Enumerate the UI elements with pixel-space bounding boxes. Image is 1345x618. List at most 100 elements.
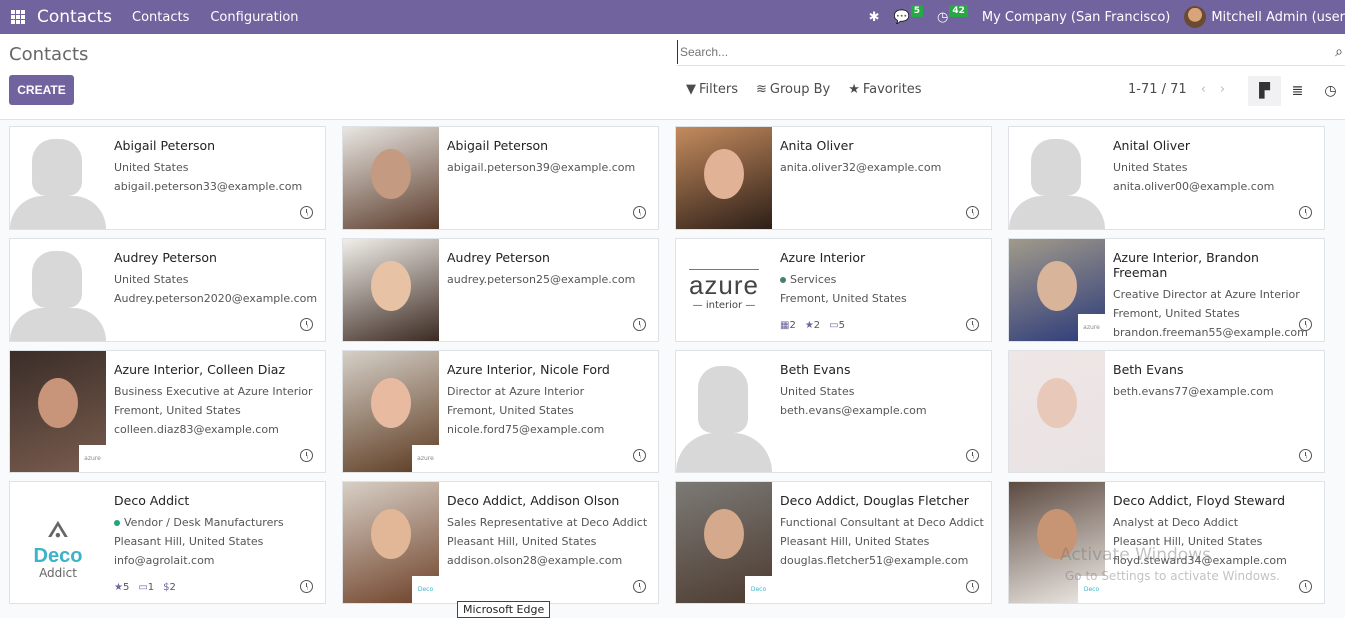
activity-clock-icon[interactable] <box>300 318 313 331</box>
invoice-icon: ▭ <box>829 320 839 331</box>
contact-card[interactable]: Audrey Peterson United States Audrey.peter… <box>9 238 326 342</box>
user-avatar[interactable] <box>1184 6 1207 28</box>
activity-clock-icon[interactable] <box>966 580 979 593</box>
contact-detail: Pleasant Hill, United States <box>114 535 264 548</box>
activities-button[interactable]: ◷ 42 <box>937 5 968 25</box>
kanban-view-icon[interactable]: ▛ <box>1248 76 1281 106</box>
contact-photo <box>343 127 439 229</box>
favorites-button[interactable]: ★ Favorites <box>848 82 921 97</box>
messages-badge: 5 <box>910 5 923 17</box>
contact-card[interactable]: azure Azure Interior, Nicole Ford Director… <box>342 350 659 473</box>
activity-clock-icon[interactable] <box>300 580 313 593</box>
menu-configuration[interactable]: Configuration <box>210 10 298 25</box>
activity-clock-icon[interactable] <box>1299 318 1312 331</box>
contact-photo: Deco <box>1009 482 1105 603</box>
chat-icon: 💬 <box>893 9 910 25</box>
control-panel: Contacts CREATE ⌕ ▼Filters ≋Group By ★Fa… <box>0 34 1345 120</box>
app-brand[interactable]: Contacts <box>37 7 112 27</box>
activity-clock-icon[interactable] <box>300 449 313 462</box>
contact-card[interactable]: azure — interior — Azure Interior Services F… <box>675 238 992 342</box>
contact-photo <box>676 127 772 229</box>
contact-card[interactable]: Deco Deco Addict, Addison Olson Sales Repr… <box>342 481 659 604</box>
stat-button[interactable]: ★5 <box>114 582 129 593</box>
taskbar-tooltip: Microsoft Edge <box>457 601 551 618</box>
pager-previous-icon[interactable]: ‹ <box>1201 82 1206 97</box>
contact-email: Audrey.peterson2020@example.com <box>114 292 318 305</box>
star-icon: ★ <box>114 582 123 593</box>
contact-name: Deco Addict, Addison Olson <box>447 493 620 508</box>
stat-button[interactable]: ▭5 <box>829 320 845 331</box>
activity-clock-icon[interactable] <box>1299 580 1312 593</box>
list-view-icon[interactable]: ≣ <box>1281 76 1314 106</box>
parent-company-logo: Deco <box>745 576 772 603</box>
contact-email: anita.oliver00@example.com <box>1113 180 1275 193</box>
activity-clock-icon[interactable] <box>633 449 646 462</box>
contact-card[interactable]: Beth Evans beth.evans77@example.com <box>1008 350 1325 473</box>
activity-clock-icon[interactable] <box>300 206 313 219</box>
activity-clock-icon[interactable] <box>966 318 979 331</box>
stat-button[interactable]: $2 <box>163 582 176 593</box>
groupby-button[interactable]: ≋ Group By <box>756 82 830 97</box>
activity-clock-icon[interactable] <box>1299 206 1312 219</box>
contact-email: anita.oliver32@example.com <box>780 161 942 174</box>
contact-email: colleen.diaz83@example.com <box>114 423 279 436</box>
contact-card[interactable]: Audrey Peterson audrey.peterson25@example… <box>342 238 659 342</box>
stat-button[interactable]: ★2 <box>805 320 820 331</box>
contact-detail: Pleasant Hill, United States <box>780 535 930 548</box>
contact-detail: Pleasant Hill, United States <box>1113 535 1263 548</box>
apps-menu-icon[interactable] <box>11 10 25 24</box>
contact-detail: Fremont, United States <box>114 404 241 417</box>
pager-value[interactable]: 1-71 / 71 <box>1128 82 1187 97</box>
user-menu[interactable]: Mitchell Admin (user <box>1211 10 1345 25</box>
parent-company-logo: Deco <box>412 576 439 603</box>
activity-clock-icon[interactable] <box>633 580 646 593</box>
contact-detail: Functional Consultant at Deco Addict <box>780 516 984 529</box>
contact-card[interactable]: azure Azure Interior, Brandon Freeman Crea… <box>1008 238 1325 342</box>
contact-card[interactable]: Abigail Peterson United States abigail.pet… <box>9 126 326 230</box>
contact-photo: Deco <box>343 482 439 603</box>
category-tag: Services <box>780 273 983 286</box>
search-input[interactable] <box>677 40 1317 64</box>
contact-card[interactable]: ⟑ Deco Addict Deco Addict Vendor / Desk Manu… <box>9 481 326 604</box>
avatar-placeholder <box>676 351 772 472</box>
contact-card[interactable]: Abigail Peterson abigail.peterson39@examp… <box>342 126 659 230</box>
contact-name: Audrey Peterson <box>114 250 217 265</box>
contact-detail: Fremont, United States <box>1113 307 1240 320</box>
avatar-placeholder <box>10 127 106 229</box>
contact-email: floyd.steward34@example.com <box>1113 554 1287 567</box>
pager-next-icon[interactable]: › <box>1220 82 1225 97</box>
activity-clock-icon[interactable] <box>633 206 646 219</box>
menu-contacts[interactable]: Contacts <box>132 10 189 25</box>
contact-card[interactable]: Deco Deco Addict, Floyd Steward Analyst at… <box>1008 481 1325 604</box>
create-button[interactable]: CREATE <box>9 75 74 105</box>
star-icon: ★ <box>804 320 814 331</box>
stat-button[interactable]: ▦2 <box>780 320 796 331</box>
activity-view-icon[interactable]: ◷ <box>1314 76 1345 106</box>
contact-card[interactable]: Anital Oliver United States anita.oliver00… <box>1008 126 1325 230</box>
activity-clock-icon[interactable] <box>966 206 979 219</box>
contact-name: Azure Interior, Colleen Diaz <box>114 362 286 377</box>
contact-detail: Business Executive at Azure Interior <box>114 385 313 398</box>
messages-button[interactable]: 💬 5 <box>893 5 923 25</box>
contact-detail: United States <box>1113 161 1188 174</box>
contact-name: Deco Addict, Floyd Steward <box>1113 493 1286 508</box>
stat-button[interactable]: ▭1 <box>138 582 154 593</box>
contact-detail: United States <box>114 161 189 174</box>
filters-button[interactable]: ▼ Filters <box>686 82 738 97</box>
contact-photo <box>343 239 439 341</box>
contact-card[interactable]: Deco Deco Addict, Douglas Fletcher Functio… <box>675 481 992 604</box>
contact-card[interactable]: Beth Evans United States beth.evans@exampl… <box>675 350 992 473</box>
contact-name: Azure Interior, Brandon Freeman <box>1113 250 1259 280</box>
activity-clock-icon[interactable] <box>1299 449 1312 462</box>
activity-clock-icon[interactable] <box>966 449 979 462</box>
debug-bug-icon[interactable]: ✱ <box>869 10 880 25</box>
layers-icon: ≋ <box>755 82 767 97</box>
activities-badge: 42 <box>949 5 968 17</box>
contact-name: Deco Addict <box>114 493 190 508</box>
activity-clock-icon[interactable] <box>633 318 646 331</box>
company-switcher[interactable]: My Company (San Francisco) <box>982 10 1170 25</box>
contact-card[interactable]: azure Azure Interior, Colleen Diaz Busines… <box>9 350 326 473</box>
contact-card[interactable]: Anita Oliver anita.oliver32@example.com <box>675 126 992 230</box>
search-icon[interactable]: ⌕ <box>1335 44 1343 60</box>
compass-icon: ⟑ <box>47 504 69 546</box>
